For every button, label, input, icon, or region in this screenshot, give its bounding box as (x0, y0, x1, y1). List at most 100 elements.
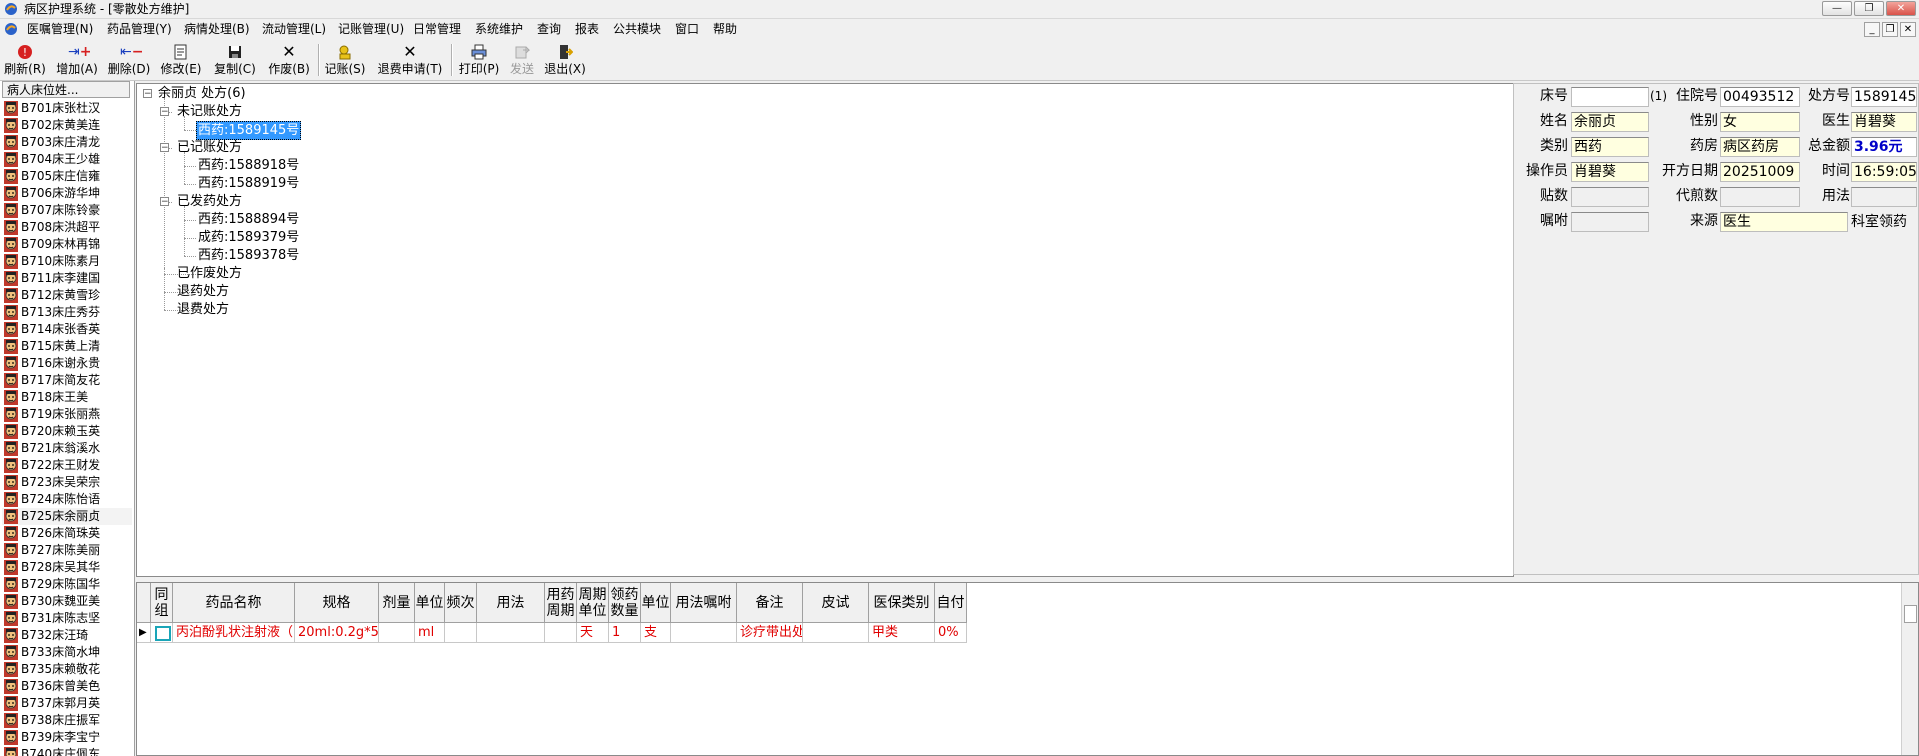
delete-button[interactable]: ⇤− 删除(D) (106, 42, 152, 78)
patient-row[interactable]: B728床吴其华 (2, 559, 132, 576)
menu-report[interactable]: 报表 (575, 21, 599, 37)
sex-field[interactable]: 女 (1720, 112, 1800, 132)
void-button[interactable]: ✕ 作废(B) (266, 42, 312, 78)
patient-row[interactable]: B740床庄佩东 (2, 746, 132, 756)
patient-row[interactable]: B730床魏亚美 (2, 593, 132, 610)
patient-row[interactable]: B727床陈美丽 (2, 542, 132, 559)
cell-unit2[interactable]: 支 (641, 623, 671, 643)
tree-expander-dispensed[interactable]: − (160, 197, 169, 207)
col-header-usage[interactable]: 用法 (477, 583, 545, 623)
tree-root[interactable]: 余丽贞 处方(6) (158, 85, 246, 102)
patient-row[interactable]: B719床张丽燕 (2, 406, 132, 423)
cell-usage[interactable] (477, 623, 545, 643)
patient-row[interactable]: B735床赖敬花 (2, 661, 132, 678)
patient-row[interactable]: B706床游华坤 (2, 185, 132, 202)
patient-row[interactable]: B723床吴荣宗 (2, 474, 132, 491)
patient-row[interactable]: B713床庄秀芬 (2, 304, 132, 321)
tree-node-voided[interactable]: 已作废处方 (177, 265, 242, 282)
bed-field[interactable] (1571, 87, 1649, 107)
cell-frequency[interactable] (445, 623, 477, 643)
tree-node-billed[interactable]: 已记账处方 (177, 139, 242, 156)
col-header-period[interactable]: 用药周期 (545, 583, 577, 623)
cell-self-pay[interactable]: 0% (935, 623, 967, 643)
patient-row[interactable]: B738床庄振军 (2, 712, 132, 729)
patient-row[interactable]: B732床汪琦 (2, 627, 132, 644)
patient-row[interactable]: B725床余丽贞 (2, 508, 132, 525)
usage-field[interactable] (1851, 187, 1917, 207)
tree-node-rx[interactable]: 西药:1588894号 (198, 211, 299, 228)
cell-insurance[interactable]: 甲类 (869, 623, 935, 643)
doctor-field[interactable]: 肖碧葵 (1851, 112, 1917, 132)
cell-drug-name[interactable]: 丙泊酚乳状注射液（国 (173, 623, 295, 643)
tree-node-rx[interactable]: 西药:1589378号 (198, 247, 299, 264)
grid-vertical-scrollbar[interactable] (1901, 583, 1918, 755)
patient-row[interactable]: B712床黄雪珍 (2, 287, 132, 304)
patient-row[interactable]: B717床简友花 (2, 372, 132, 389)
tree-node-dispensed[interactable]: 已发药处方 (177, 193, 242, 210)
tree-expander-billed[interactable]: − (160, 143, 169, 153)
rx-number-field[interactable]: 1589145 (1851, 87, 1917, 107)
col-header-qty[interactable]: 领药数量 (609, 583, 641, 623)
total-amount-field[interactable]: 3.96元 (1851, 137, 1917, 157)
menu-help[interactable]: 帮助 (713, 21, 737, 37)
menu-flow[interactable]: 流动管理(L) (262, 21, 326, 37)
patient-row[interactable]: B709床林再锦 (2, 236, 132, 253)
col-header-self-pay[interactable]: 自付 (935, 583, 967, 623)
col-header-unit[interactable]: 单位 (415, 583, 445, 623)
patient-row[interactable]: B714床张香英 (2, 321, 132, 338)
category-field[interactable]: 西药 (1571, 137, 1649, 157)
tree-node-rx-selected[interactable]: 西药:1589145号 (196, 121, 302, 140)
date-field[interactable]: 20251009 (1720, 162, 1800, 182)
menu-drug-management[interactable]: 药品管理(Y) (107, 21, 172, 37)
tree-node-refunded[interactable]: 退费处方 (177, 301, 229, 318)
tree-node-unbilled[interactable]: 未记账处方 (177, 103, 242, 120)
mdi-restore-button[interactable]: ❐ (1882, 22, 1898, 37)
menu-daily[interactable]: 日常管理 (413, 21, 461, 37)
tree-node-rx[interactable]: 成药:1589379号 (198, 229, 299, 246)
col-header-remark[interactable]: 备注 (737, 583, 803, 623)
time-field[interactable]: 16:59:05 (1851, 162, 1917, 182)
patient-row[interactable]: B716床谢永贵 (2, 355, 132, 372)
patient-row[interactable]: B724床陈怡语 (2, 491, 132, 508)
scrollbar-thumb[interactable] (1904, 605, 1917, 623)
minimize-button[interactable]: — (1822, 1, 1852, 16)
tree-node-rx[interactable]: 西药:1588918号 (198, 157, 299, 174)
col-header-period-unit[interactable]: 周期单位 (577, 583, 609, 623)
patient-row[interactable]: B737床郭月英 (2, 695, 132, 712)
menu-common[interactable]: 公共模块 (613, 21, 661, 37)
admission-field[interactable]: 00493512 (1720, 87, 1800, 107)
patient-row[interactable]: B721床翁溪水 (2, 440, 132, 457)
patient-row[interactable]: B726床简珠英 (2, 525, 132, 542)
patient-row[interactable]: B736床曾美色 (2, 678, 132, 695)
operator-field[interactable]: 肖碧葵 (1571, 162, 1649, 182)
patient-row[interactable]: B739床李宝宁 (2, 729, 132, 746)
restore-button[interactable]: ❐ (1854, 1, 1884, 16)
doses-field[interactable] (1571, 187, 1649, 207)
col-header-unit2[interactable]: 单位 (641, 583, 671, 623)
patient-row[interactable]: B708床洪超平 (2, 219, 132, 236)
send-button[interactable]: 发送 (502, 42, 542, 78)
instruction-field[interactable] (1571, 212, 1649, 232)
patient-row[interactable]: B715床黄上清 (2, 338, 132, 355)
refresh-button[interactable]: ! 刷新(R) (2, 42, 48, 78)
cell-unit[interactable]: ml (415, 623, 445, 643)
patient-row[interactable]: B705床庄信雍 (2, 168, 132, 185)
tree-node-rx[interactable]: 西药:1588919号 (198, 175, 299, 192)
charge-button[interactable]: 记账(S) (322, 42, 368, 78)
patient-row[interactable]: B731床陈志坚 (2, 610, 132, 627)
col-header-drug-name[interactable]: 药品名称 (173, 583, 295, 623)
patient-row[interactable]: B722床王财发 (2, 457, 132, 474)
patient-row[interactable]: B718床王美 (2, 389, 132, 406)
menu-billing[interactable]: 记账管理(U) (338, 21, 404, 37)
col-header-group[interactable]: 同组 (151, 583, 173, 623)
cell-skin-test[interactable] (803, 623, 869, 643)
name-field[interactable]: 余丽贞 (1571, 112, 1649, 132)
patient-row[interactable]: B720床赖玉英 (2, 423, 132, 440)
cell-dose[interactable] (379, 623, 415, 643)
patient-row[interactable]: B733床简水坤 (2, 644, 132, 661)
patient-row[interactable]: B704床王少雄 (2, 151, 132, 168)
patient-row[interactable]: B707床陈铃豪 (2, 202, 132, 219)
col-header-skin-test[interactable]: 皮试 (803, 583, 869, 623)
cell-usage-note[interactable] (671, 623, 737, 643)
patient-row[interactable]: B711床李建国 (2, 270, 132, 287)
